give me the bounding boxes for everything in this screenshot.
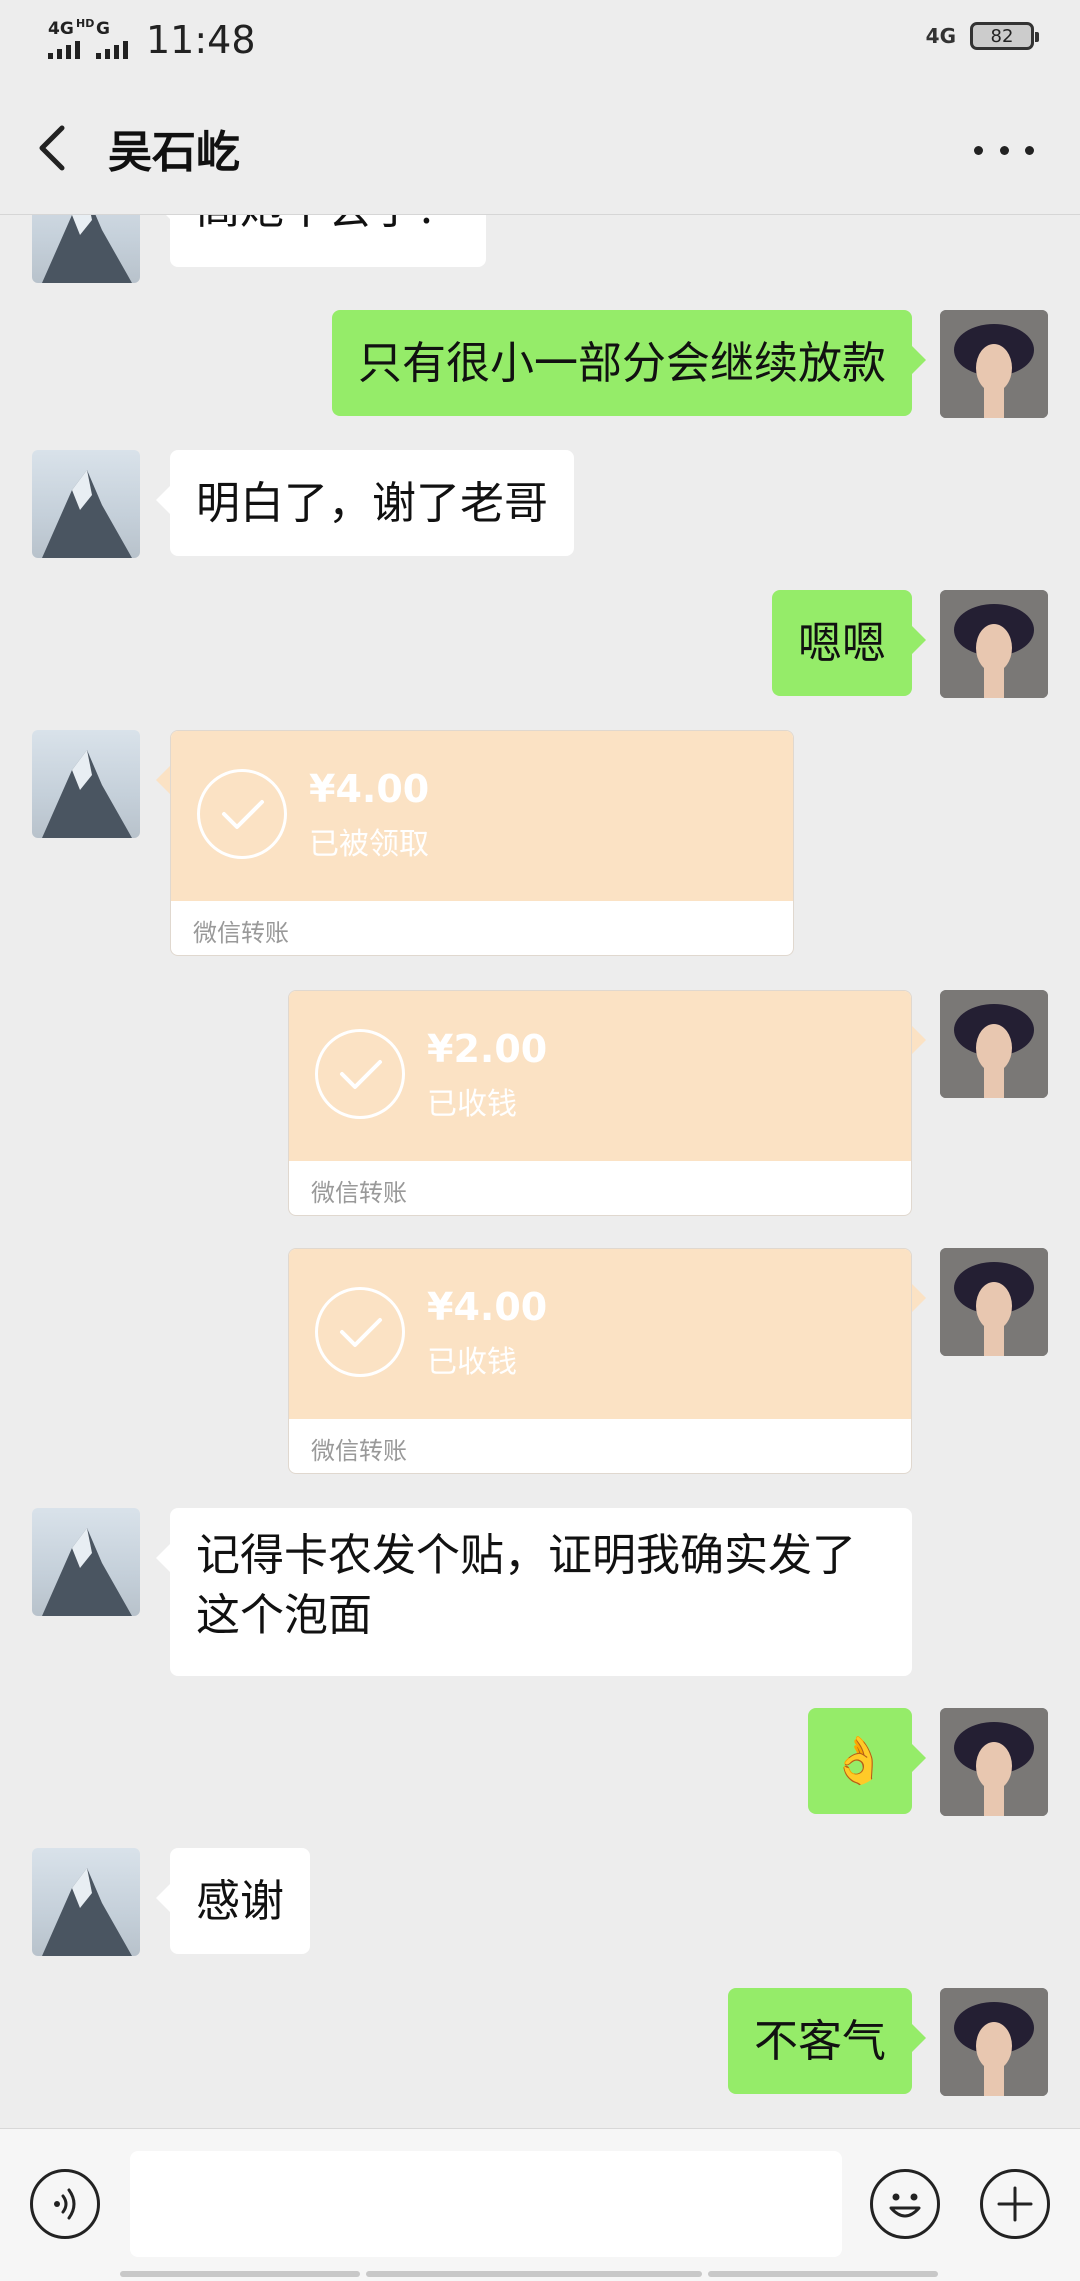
ok-hand-emoji: 👌 bbox=[830, 1733, 888, 1787]
message-text: 只有很小一部分会继续放款 bbox=[358, 338, 886, 389]
more-actions-button[interactable] bbox=[980, 2169, 1050, 2239]
message-text: 感谢 bbox=[196, 1876, 284, 1927]
network-label-1-sup: HD bbox=[76, 17, 95, 30]
check-icon bbox=[197, 769, 287, 859]
transfer-status: 已收钱 bbox=[427, 1345, 517, 1380]
transfer-footer: 微信转账 bbox=[311, 1437, 407, 1465]
my-avatar[interactable] bbox=[940, 310, 1048, 418]
message-bubble-incoming[interactable]: 明白了，谢了老哥 bbox=[156, 450, 574, 556]
contact-avatar[interactable] bbox=[32, 1508, 140, 1616]
voice-button[interactable] bbox=[30, 2169, 100, 2239]
network-label-1: 4G bbox=[48, 19, 74, 39]
message-text: 记得卡农发个贴，证明我确实发了这个泡面 bbox=[196, 1530, 856, 1641]
message-text: 高炮不会了？ bbox=[196, 215, 460, 234]
check-icon bbox=[315, 1287, 405, 1377]
my-avatar[interactable] bbox=[940, 1248, 1048, 1356]
message-list[interactable]: 高炮不会了？ 只有很小一部分会继续放款 明白了，谢了老哥 嗯嗯 ¥4.00 已被… bbox=[0, 215, 1080, 2128]
transfer-amount: ¥4.00 bbox=[309, 767, 430, 811]
status-left: 4G HD G 11:48 bbox=[48, 17, 256, 62]
transfer-status: 已被领取 bbox=[309, 827, 429, 862]
message-text: 不客气 bbox=[754, 2016, 886, 2067]
my-avatar[interactable] bbox=[940, 1708, 1048, 1816]
status-time: 11:48 bbox=[146, 18, 256, 62]
message-bubble-outgoing[interactable]: 嗯嗯 bbox=[772, 590, 926, 696]
chevron-left-icon bbox=[39, 125, 65, 171]
message-bubble-incoming[interactable]: 感谢 bbox=[156, 1848, 310, 1954]
chat-header: 吴石屹 bbox=[0, 84, 1080, 215]
transfer-amount: ¥4.00 bbox=[427, 1285, 548, 1329]
message-bubble-outgoing[interactable]: 👌 bbox=[808, 1708, 926, 1814]
contact-avatar[interactable] bbox=[32, 215, 140, 283]
status-right: 4G 82 bbox=[925, 22, 1039, 50]
transfer-footer: 微信转账 bbox=[193, 919, 289, 947]
network-4g-label: 4G bbox=[925, 24, 956, 48]
my-avatar[interactable] bbox=[940, 1988, 1048, 2096]
more-dots-icon bbox=[974, 145, 1034, 155]
transfer-amount: ¥2.00 bbox=[427, 1027, 548, 1071]
message-bubble-outgoing[interactable]: 不客气 bbox=[728, 1988, 926, 2094]
bubble-tail bbox=[156, 766, 170, 794]
emoji-button[interactable] bbox=[870, 2169, 940, 2239]
message-text: 明白了，谢了老哥 bbox=[196, 478, 548, 529]
message-bubble-incoming[interactable]: 高炮不会了？ bbox=[156, 215, 486, 267]
plus-icon bbox=[997, 2186, 1033, 2222]
transfer-card[interactable]: ¥4.00 已收钱 微信转账 bbox=[288, 1248, 912, 1474]
emoji-icon bbox=[889, 2193, 921, 2218]
chat-title: 吴石屹 bbox=[108, 127, 240, 178]
battery-level: 82 bbox=[990, 25, 1014, 47]
more-button[interactable] bbox=[974, 130, 1034, 170]
bubble-tail bbox=[912, 1026, 926, 1054]
message-bubble-incoming[interactable]: 记得卡农发个贴，证明我确实发了这个泡面 bbox=[156, 1508, 912, 1676]
input-bar bbox=[0, 2128, 1080, 2281]
contact-avatar[interactable] bbox=[32, 1848, 140, 1956]
message-input[interactable] bbox=[130, 2151, 842, 2257]
signal-icon-2: G bbox=[96, 19, 128, 59]
battery-icon: 82 bbox=[970, 22, 1039, 50]
voice-icon bbox=[54, 2188, 76, 2220]
my-avatar[interactable] bbox=[940, 990, 1048, 1098]
network-label-2: G bbox=[96, 19, 110, 39]
back-button[interactable] bbox=[30, 118, 78, 178]
transfer-card[interactable]: ¥4.00 已被领取 微信转账 bbox=[170, 730, 794, 956]
message-text: 嗯嗯 bbox=[798, 618, 886, 669]
bubble-tail bbox=[912, 1284, 926, 1312]
transfer-status: 已收钱 bbox=[427, 1087, 517, 1122]
contact-avatar[interactable] bbox=[32, 730, 140, 838]
transfer-footer: 微信转账 bbox=[311, 1179, 407, 1207]
my-avatar[interactable] bbox=[940, 590, 1048, 698]
contact-avatar[interactable] bbox=[32, 450, 140, 558]
message-bubble-outgoing[interactable]: 只有很小一部分会继续放款 bbox=[332, 310, 926, 416]
signal-icon: 4G HD bbox=[48, 17, 94, 59]
status-bar: 4G HD G 11:48 4G 82 bbox=[0, 0, 1080, 84]
check-icon bbox=[315, 1029, 405, 1119]
transfer-card[interactable]: ¥2.00 已收钱 微信转账 bbox=[288, 990, 912, 1216]
